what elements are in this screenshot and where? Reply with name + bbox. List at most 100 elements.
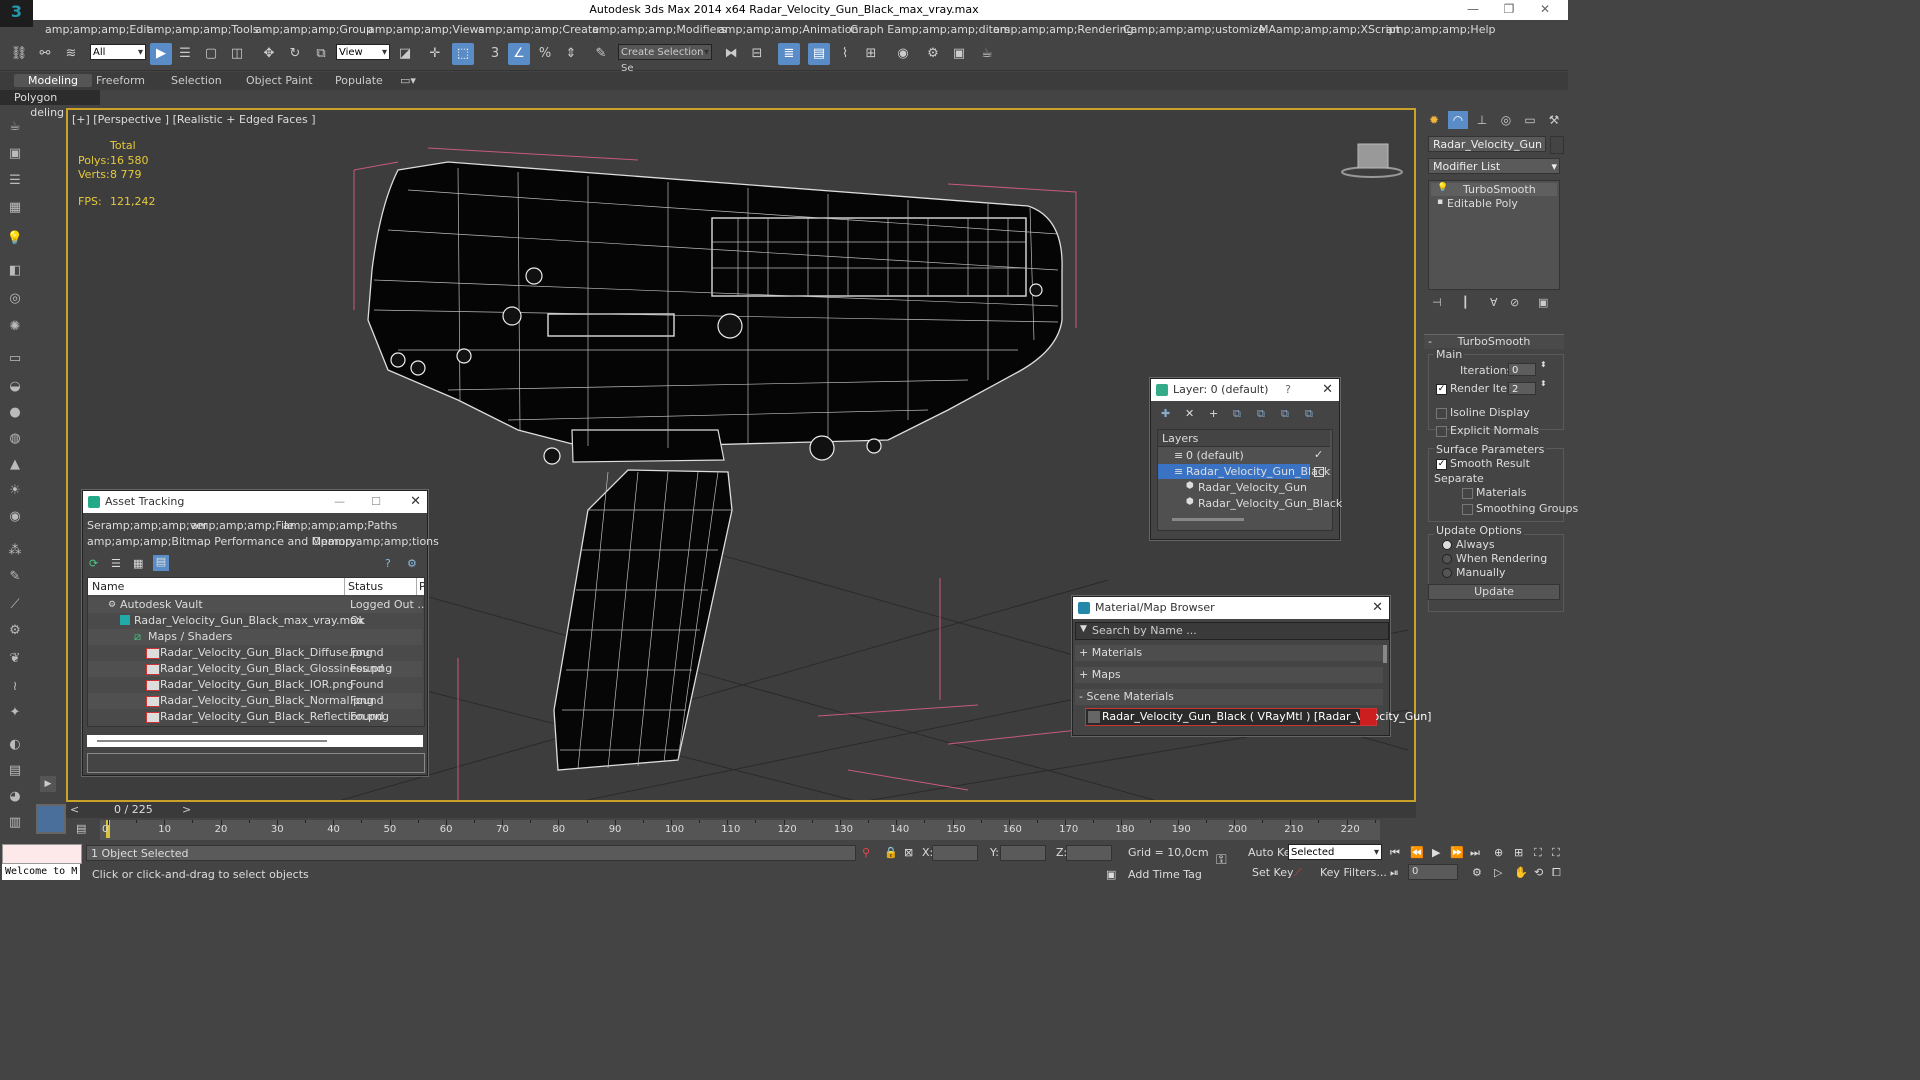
rect-selection-icon[interactable]: ▢ bbox=[200, 43, 222, 65]
tab-selection[interactable]: Selection bbox=[171, 74, 222, 87]
isoline-display-checkbox[interactable] bbox=[1436, 408, 1447, 419]
menu-maxscript[interactable]: MAamp;amp;amp;XScript bbox=[1259, 23, 1400, 36]
reference-coordinate-dropdown[interactable]: View bbox=[336, 44, 390, 61]
horizontal-scrollbar[interactable] bbox=[1172, 518, 1244, 521]
column-status[interactable]: Status bbox=[348, 580, 383, 593]
zoom-extents-all-icon[interactable]: ⛶ bbox=[1552, 846, 1560, 860]
material-browser-titlebar[interactable]: Material/Map Browser ✕ bbox=[1073, 597, 1389, 619]
polygon-modeling-panel[interactable]: Polygon Modeling bbox=[0, 90, 100, 119]
x-coordinate-field[interactable] bbox=[932, 845, 978, 861]
iterations-spinner[interactable]: 0 bbox=[1508, 363, 1536, 376]
render-icon[interactable]: ▣ bbox=[6, 145, 24, 163]
light-icon[interactable]: 💡 bbox=[6, 230, 24, 248]
hide-all-icon[interactable]: ⧉ bbox=[1281, 407, 1289, 421]
table-row[interactable]: Radar_Velocity_Gun_Black_Glossiness.png … bbox=[88, 661, 422, 677]
percent-snap-icon[interactable]: % bbox=[534, 43, 556, 65]
refresh-icon[interactable]: ⟳ bbox=[89, 557, 98, 570]
group-scene-materials[interactable]: - Scene Materials bbox=[1075, 689, 1383, 705]
toggle-ribbon-icon[interactable]: ▤ bbox=[808, 43, 830, 65]
set-key-button[interactable]: Set Key bbox=[1252, 866, 1294, 879]
cloth-icon[interactable]: ✦ bbox=[6, 704, 24, 722]
named-selection-set-input[interactable]: Create Selection Se bbox=[618, 44, 712, 74]
time-config-icon[interactable]: ⚙ bbox=[1472, 866, 1482, 879]
key-selection-dropdown[interactable]: Selected bbox=[1288, 844, 1382, 861]
expand-plus-icon[interactable]: ▪ bbox=[1437, 197, 1443, 207]
help-icon[interactable]: ? bbox=[385, 557, 391, 570]
settings-icon[interactable]: ⚙ bbox=[407, 557, 417, 570]
group-maps[interactable]: + Maps bbox=[1075, 667, 1383, 683]
mirror-icon[interactable]: ⧓ bbox=[720, 43, 742, 65]
prev-frame-icon[interactable]: < bbox=[70, 803, 79, 816]
select-object-icon[interactable]: ▶ bbox=[150, 43, 172, 65]
spinner-snap-icon[interactable]: ⇕ bbox=[560, 43, 582, 65]
menu-create[interactable]: amp;amp;amp;Create bbox=[478, 23, 599, 36]
time-tag-icon[interactable]: ▣ bbox=[1106, 868, 1116, 881]
prev-key-icon[interactable]: ⏪ bbox=[1410, 846, 1424, 859]
app-menu-button[interactable]: 3 bbox=[0, 0, 33, 27]
menu-animation[interactable]: amp;amp;amp;Animation bbox=[718, 23, 859, 36]
stack-item-editable-poly[interactable]: ▪ Editable Poly bbox=[1431, 197, 1557, 210]
menu-group[interactable]: amp;amp;amp;Group bbox=[255, 23, 373, 36]
table-row[interactable]: ⚙ Autodesk Vault Logged Out ... bbox=[88, 597, 424, 613]
grid-icon[interactable]: ▦ bbox=[6, 199, 24, 217]
cone-icon[interactable]: ◒ bbox=[6, 378, 24, 396]
mini-listener-icon[interactable] bbox=[36, 804, 66, 834]
move-icon[interactable]: ✥ bbox=[258, 43, 280, 65]
column-name[interactable]: Name bbox=[92, 580, 124, 593]
align-icon[interactable]: ⊟ bbox=[746, 43, 768, 65]
camera-icon[interactable]: ◧ bbox=[6, 262, 24, 280]
pin-stack-icon[interactable]: ⊣ bbox=[1432, 296, 1442, 309]
key-mode-icon[interactable]: ⟋ bbox=[1294, 866, 1302, 880]
menu-rendering[interactable]: amp;amp;amp;Rendering bbox=[993, 23, 1134, 36]
pan-icon[interactable]: ✋ bbox=[1514, 866, 1528, 879]
horizontal-scrollbar[interactable] bbox=[87, 735, 423, 747]
script-icon[interactable]: ▤ bbox=[6, 762, 24, 780]
menu-paths[interactable]: amp;amp;amp;Paths bbox=[283, 519, 397, 532]
maxscript-listener-white[interactable]: Welcome to M bbox=[2, 864, 80, 880]
render-production-icon[interactable]: ☕ bbox=[976, 43, 998, 65]
maximize-button[interactable]: ❐ bbox=[1494, 2, 1524, 16]
make-unique-icon[interactable]: ∀ bbox=[1490, 296, 1498, 309]
time-slider[interactable]: < 0 / 225 > bbox=[66, 802, 1416, 818]
spacewarp-icon[interactable]: ✺ bbox=[6, 318, 24, 336]
menu-graph-editors[interactable]: Graph Eamp;amp;amp;ditors bbox=[850, 23, 1010, 36]
absolute-mode-icon[interactable]: ⊠ bbox=[904, 846, 913, 859]
go-to-end-icon[interactable]: ⏭ bbox=[1470, 846, 1480, 860]
sphere-icon[interactable]: ● bbox=[6, 404, 24, 422]
menu-options[interactable]: Opamp;amp;amp;tions bbox=[312, 535, 439, 548]
keyboard-shortcut-toggle-icon[interactable]: ⬚ bbox=[452, 43, 474, 65]
pin-icon[interactable]: ⚲ bbox=[862, 846, 870, 859]
spinner-arrows-icon[interactable]: ⬍ bbox=[1540, 360, 1547, 369]
tab-modeling[interactable]: Modeling bbox=[14, 74, 93, 87]
layer-dialog-titlebar[interactable]: Layer: 0 (default) ? ✕ bbox=[1151, 379, 1339, 401]
update-button[interactable]: Update bbox=[1428, 584, 1560, 600]
scene-explorer-icon[interactable]: ☰ bbox=[6, 172, 24, 190]
y-coordinate-field[interactable] bbox=[1000, 845, 1046, 861]
layer-row-gun-black[interactable]: ≡ Radar_Velocity_Gun_Black bbox=[1158, 464, 1330, 479]
tab-freeform[interactable]: Freeform bbox=[96, 74, 145, 87]
minimize-icon[interactable]: — bbox=[334, 491, 345, 513]
zoom-all-icon[interactable]: ⊞ bbox=[1514, 846, 1523, 859]
manually-radio[interactable] bbox=[1442, 568, 1452, 578]
menu-server[interactable]: Seramp;amp;amp;ver bbox=[87, 519, 208, 532]
bind-spacewarp-icon[interactable]: ≋ bbox=[60, 43, 82, 65]
select-by-name-icon[interactable]: ☰ bbox=[174, 43, 196, 65]
lock-icon[interactable]: 🔒 bbox=[884, 846, 898, 859]
search-input[interactable]: Search by Name ... bbox=[1092, 624, 1197, 637]
thumbnail-view-icon[interactable]: ▦ bbox=[133, 557, 143, 570]
curve-editor-mini-icon[interactable]: ▤ bbox=[76, 822, 86, 835]
explicit-normals-checkbox[interactable] bbox=[1436, 426, 1447, 437]
stack-item-turbosmooth[interactable]: 💡 TurboSmooth bbox=[1431, 183, 1557, 196]
maximize-viewport-icon[interactable]: ⧠ bbox=[1552, 866, 1561, 880]
current-frame-field[interactable]: 0 bbox=[1408, 864, 1458, 880]
smooth-result-checkbox[interactable]: ✓ bbox=[1436, 459, 1447, 470]
object-name-field[interactable]: Radar_Velocity_Gun bbox=[1428, 136, 1546, 152]
table-row[interactable]: Radar_Velocity_Gun_Black_Diffuse.png Fou… bbox=[88, 645, 422, 661]
make-active-toggle[interactable] bbox=[1314, 467, 1324, 477]
add-to-layer-icon[interactable]: + bbox=[1209, 407, 1218, 420]
paint-icon[interactable]: ✎ bbox=[6, 568, 24, 586]
column-p[interactable]: P bbox=[419, 580, 424, 593]
modifier-list-dropdown[interactable]: Modifier List ▾ bbox=[1428, 158, 1560, 174]
tab-populate[interactable]: Populate bbox=[335, 74, 383, 87]
box-icon[interactable]: ▭ bbox=[6, 350, 24, 368]
